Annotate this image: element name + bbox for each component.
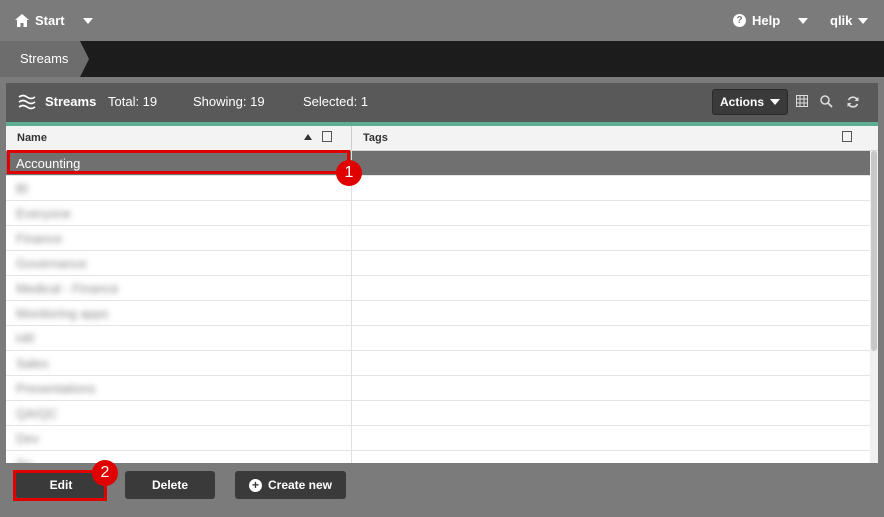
column-divider: [351, 426, 352, 451]
annotation-badge-1: 1: [336, 160, 362, 186]
help-label: Help: [752, 13, 781, 28]
refresh-icon[interactable]: [846, 95, 860, 109]
table-header: Name Tags: [6, 126, 878, 151]
row-name: Dev: [16, 431, 40, 446]
chevron-down-icon: [82, 17, 93, 24]
column-divider: [351, 301, 352, 326]
chevron-down-icon: [770, 99, 780, 105]
actions-button[interactable]: Actions: [712, 89, 788, 115]
user-menu[interactable]: qlik: [830, 13, 869, 28]
top-navigation-bar: Start ? Help qlik: [0, 0, 884, 41]
filter-icon[interactable]: [842, 131, 852, 142]
create-new-label: Create new: [267, 478, 333, 492]
table-row[interactable]: Governance: [6, 251, 870, 276]
column-divider: [351, 226, 352, 251]
user-label: qlik: [830, 13, 853, 28]
selected-count: Selected: 1: [303, 94, 369, 109]
actions-label: Actions: [719, 95, 764, 109]
table-row[interactable]: Monitoring apps: [6, 301, 870, 326]
start-menu[interactable]: Start: [15, 13, 93, 28]
start-label: Start: [35, 13, 65, 28]
column-divider: [351, 201, 352, 226]
chevron-down-icon: [798, 17, 809, 24]
breadcrumb-streams[interactable]: Streams: [0, 41, 89, 77]
help-icon: ?: [733, 14, 746, 27]
search-icon[interactable]: [820, 95, 833, 108]
table-columns-icon[interactable]: [796, 95, 808, 107]
row-name: BI: [16, 181, 29, 196]
table-row[interactable]: QA/QC: [6, 401, 870, 426]
showing-count: Showing: 19: [193, 94, 265, 109]
row-name: HR: [16, 331, 35, 346]
row-name: Medical - Finance: [16, 281, 119, 296]
create-new-button[interactable]: + Create new: [235, 471, 346, 499]
annotation-highlight-row: [7, 150, 350, 174]
table-row[interactable]: Everyone: [6, 201, 870, 226]
row-name: Sales: [16, 356, 49, 371]
column-header-tags[interactable]: Tags: [363, 132, 388, 144]
total-count: Total: 19: [108, 94, 158, 109]
stream-icon: [18, 94, 36, 110]
delete-button[interactable]: Delete: [125, 471, 215, 499]
column-divider: [351, 326, 352, 351]
column-divider: [351, 351, 352, 376]
chevron-down-icon: [858, 17, 869, 24]
sort-ascending-icon[interactable]: [304, 134, 312, 140]
table-row[interactable]: Presentations: [6, 376, 870, 401]
column-header-name[interactable]: Name: [17, 132, 47, 144]
filter-icon[interactable]: [322, 131, 332, 142]
table-row[interactable]: Medical - Finance: [6, 276, 870, 301]
row-name: Everyone: [16, 206, 71, 221]
help-menu[interactable]: ? Help: [733, 13, 809, 28]
table-row[interactable]: Sales: [6, 351, 870, 376]
row-name: QA/QC: [16, 406, 58, 421]
column-divider: [351, 276, 352, 301]
home-icon: [15, 14, 29, 27]
row-name: Finance: [16, 231, 63, 246]
table-row[interactable]: Su: [6, 451, 870, 463]
column-divider: [351, 376, 352, 401]
breadcrumb: Streams: [0, 41, 884, 77]
row-name: Presentations: [16, 381, 96, 396]
table-row[interactable]: Dev: [6, 426, 870, 451]
streams-table-body: Accounting BI Everyone Finance Governanc…: [6, 151, 870, 463]
row-name: Monitoring apps: [16, 306, 109, 321]
table-row[interactable]: HR: [6, 326, 870, 351]
plus-icon: +: [248, 478, 262, 492]
row-name: Su: [16, 456, 32, 463]
scrollbar[interactable]: [870, 151, 878, 463]
column-divider: [351, 251, 352, 276]
streams-panel: Streams Total: 19 Showing: 19 Selected: …: [6, 83, 878, 510]
table-row[interactable]: Finance: [6, 226, 870, 251]
panel-title: Streams: [45, 94, 97, 109]
annotation-badge-2: 2: [92, 460, 118, 486]
column-divider: [351, 401, 352, 426]
column-divider: [351, 451, 352, 463]
panel-header: Streams Total: 19 Showing: 19 Selected: …: [6, 83, 878, 126]
column-divider: [351, 126, 352, 150]
table-row[interactable]: BI: [6, 176, 870, 201]
delete-label: Delete: [151, 478, 189, 492]
scrollbar-thumb[interactable]: [871, 151, 877, 351]
row-name: Governance: [16, 256, 87, 271]
action-footer: Edit Delete + Create new: [6, 463, 878, 510]
